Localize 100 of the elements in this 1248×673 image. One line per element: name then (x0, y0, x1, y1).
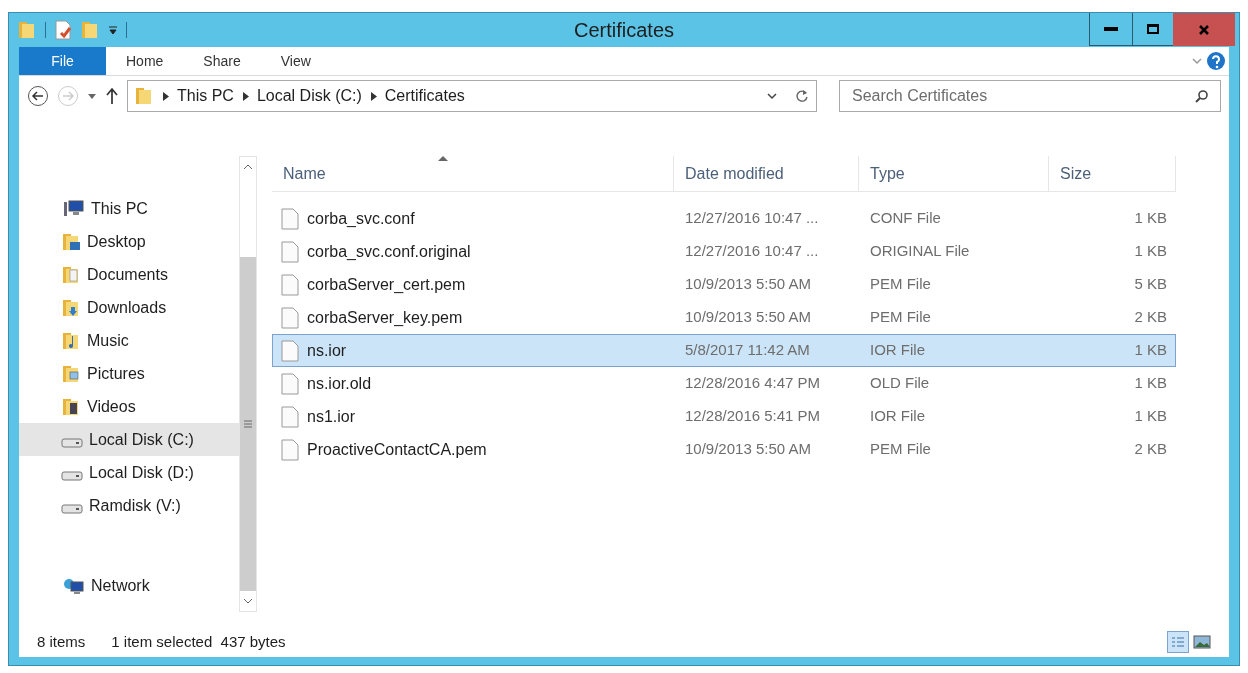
nav-item[interactable]: Documents (19, 258, 239, 291)
type-cell-text: IOR File (869, 406, 926, 427)
file-row[interactable]: ns.ior.old 12/28/2016 4:47 PM OLD File 1 KB (272, 367, 1176, 400)
search-field[interactable]: Search Certificates (839, 80, 1221, 112)
refresh-icon[interactable] (794, 88, 810, 104)
ribbon-tab[interactable]: Share (183, 47, 261, 75)
breadcrumb-arrow-icon[interactable] (162, 91, 169, 101)
search-icon (1195, 89, 1209, 103)
type-cell-text: CONF File (869, 208, 942, 229)
file-row[interactable]: corbaServer_key.pem 10/9/2013 5:50 AM PEM File 2 KB (272, 301, 1176, 334)
file-icon (281, 273, 299, 296)
back-icon[interactable] (27, 85, 49, 107)
size-cell-text: 1 KB (1133, 373, 1168, 394)
recent-locations-icon[interactable] (87, 92, 97, 100)
nav-item[interactable]: Network (19, 569, 239, 602)
file-name: corba_svc.conf.original (307, 241, 471, 262)
breadcrumb-arrow-icon[interactable] (241, 91, 249, 101)
nav-item[interactable]: Downloads (19, 291, 239, 324)
breadcrumb[interactable]: Certificates (384, 84, 465, 108)
file-row[interactable]: corba_svc.conf 12/27/2016 10:47 ... CONF File 1 KB (272, 202, 1176, 235)
date-cell-text: 5/8/2017 11:42 AM (684, 340, 811, 361)
nav-item[interactable]: This PC (19, 192, 239, 225)
nav-item[interactable]: Videos (19, 390, 239, 423)
date-cell-text: 12/28/2016 5:41 PM (684, 406, 822, 427)
ribbon-tab[interactable]: View (260, 47, 331, 75)
date-cell-text: 10/9/2013 5:50 AM (684, 439, 812, 460)
item-count: 8 items (37, 631, 86, 652)
nav-item[interactable]: Ramdisk (V:) (19, 489, 239, 522)
file-name: corbaServer_cert.pem (307, 274, 466, 295)
sort-ascending-icon (438, 155, 448, 161)
details-view-icon (1171, 636, 1185, 648)
folder-icon (61, 231, 81, 252)
nav-item[interactable]: Local Disk (C:) (19, 423, 239, 456)
file-name: corbaServer_key.pem (307, 307, 463, 328)
help-icon[interactable] (1206, 51, 1226, 71)
type-cell-text: PEM File (869, 307, 932, 328)
column-header[interactable]: Type (859, 156, 1049, 191)
file-icon (281, 339, 299, 362)
new-folder-icon (80, 20, 100, 40)
date-cell-text: 10/9/2013 5:50 AM (684, 307, 812, 328)
type-cell-text: PEM File (869, 439, 932, 460)
address-bar[interactable]: This PC Local Disk (C:) Certificates (127, 80, 817, 112)
file-row[interactable]: ProactiveContactCA.pem 10/9/2013 5:50 AM PEM File 2 KB (272, 433, 1176, 466)
file-row[interactable]: ns1.ior 12/28/2016 5:41 PM IOR File 1 KB (272, 400, 1176, 433)
file-icon (281, 207, 299, 230)
nav-item[interactable]: Pictures (19, 357, 239, 390)
file-row[interactable]: corba_svc.conf.original 12/27/2016 10:47 ... ORIGINAL File 1 KB (272, 235, 1176, 268)
folder-icon (61, 396, 81, 417)
large-icons-view-icon[interactable] (1193, 634, 1211, 650)
date-cell-text: 12/28/2016 4:47 PM (684, 373, 822, 394)
scroll-thumb[interactable] (240, 257, 256, 591)
date-cell-text: 12/27/2016 10:47 ... (684, 208, 820, 229)
file-row[interactable]: ns.ior 5/8/2017 11:42 AM IOR File 1 KB (272, 334, 1176, 367)
expand-ribbon-icon[interactable] (1191, 56, 1203, 66)
breadcrumb-arrow-icon[interactable] (369, 91, 377, 101)
size-cell-text: 1 KB (1133, 406, 1168, 427)
scrollbar[interactable] (239, 156, 257, 612)
column-header[interactable]: Size (1049, 156, 1176, 191)
date-cell-text: 10/9/2013 5:50 AM (684, 274, 812, 295)
folder-icon (61, 297, 81, 318)
size-cell-text: 1 KB (1133, 241, 1168, 262)
type-cell-text: OLD File (869, 373, 931, 394)
file-icon (281, 240, 299, 263)
type-cell-text: IOR File (869, 340, 926, 361)
folder-icon (17, 20, 37, 40)
file-icon (281, 438, 299, 461)
properties-icon[interactable] (54, 20, 72, 40)
customize-toolbar-icon[interactable] (108, 24, 118, 36)
folder-icon (134, 86, 154, 106)
ribbon-tab[interactable]: Home (106, 47, 184, 75)
selection-info: 1 item selected 437 bytes (111, 631, 286, 652)
file-name: ProactiveContactCA.pem (307, 439, 487, 460)
breadcrumb[interactable]: This PC (177, 84, 234, 108)
size-cell-text: 2 KB (1133, 439, 1168, 460)
size-cell-text: 5 KB (1133, 274, 1168, 295)
minimize-button[interactable] (1089, 13, 1133, 46)
file-name: corba_svc.conf (307, 208, 415, 229)
size-cell-text: 2 KB (1133, 307, 1168, 328)
up-arrow-icon[interactable] (105, 87, 119, 105)
type-cell-text: PEM File (869, 274, 932, 295)
file-icon (281, 405, 299, 428)
nav-item[interactable]: Local Disk (D:) (19, 456, 239, 489)
window-title: Certificates (573, 18, 675, 43)
file-icon (281, 372, 299, 395)
folder-icon (61, 264, 81, 285)
folder-icon (61, 330, 81, 351)
nav-item[interactable]: Music (19, 324, 239, 357)
computer-icon (63, 198, 85, 219)
size-cell-text: 1 KB (1133, 208, 1168, 229)
ribbon-tab[interactable]: File (19, 47, 106, 75)
drive-icon (61, 470, 83, 481)
date-cell-text: 12/27/2016 10:47 ... (684, 241, 820, 262)
file-icon (281, 306, 299, 329)
dropdown-icon[interactable] (766, 91, 778, 101)
nav-item[interactable]: Desktop (19, 225, 239, 258)
file-name: ns1.ior (307, 406, 356, 427)
close-icon (1198, 23, 1210, 36)
column-header[interactable]: Date modified (674, 156, 859, 191)
file-row[interactable]: corbaServer_cert.pem 10/9/2013 5:50 AM PEM File 5 KB (272, 268, 1176, 301)
breadcrumb[interactable]: Local Disk (C:) (256, 84, 362, 108)
